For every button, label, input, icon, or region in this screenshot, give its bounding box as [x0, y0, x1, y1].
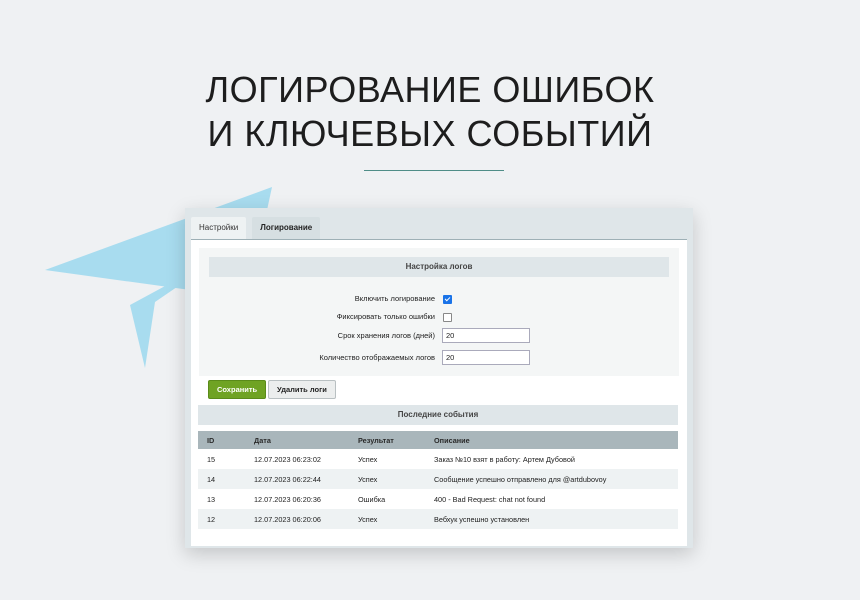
- table-row: 14 12.07.2023 06:22:44 Успех Сообщение у…: [198, 469, 678, 489]
- cell-description: Заказ №10 взят в работу: Артем Дубовой: [434, 454, 575, 464]
- tab-logging[interactable]: Логирование: [252, 217, 321, 239]
- col-header-description: Описание: [425, 431, 678, 449]
- title-line-1: ЛОГИРОВАНИЕ ОШИБОК: [205, 69, 655, 110]
- admin-panel: Настройки Логирование Настройка логов Вк…: [185, 208, 693, 548]
- save-button[interactable]: Сохранить: [208, 380, 267, 399]
- enable-logging-checkbox[interactable]: [443, 295, 452, 304]
- title-divider: [364, 170, 504, 171]
- display-count-label: Количество отображаемых логов: [319, 353, 435, 362]
- delete-logs-button[interactable]: Удалить логи: [268, 380, 336, 399]
- display-count-input[interactable]: 20: [442, 350, 530, 365]
- cell-date: 12.07.2023 06:22:44: [245, 469, 349, 489]
- cell-result: Успех: [349, 509, 425, 529]
- cell-result: Ошибка: [358, 494, 386, 504]
- cell-date: 12.07.2023 06:23:02: [254, 454, 321, 464]
- table-row: 15 12.07.2023 06:23:02 Успех Заказ №10 в…: [198, 449, 678, 469]
- log-settings-section: Настройка логов Включить логирование Фик…: [199, 248, 679, 376]
- cell-description: 400 - Bad Request: chat not found: [434, 494, 546, 504]
- events-header: Последние события: [198, 405, 678, 425]
- tab-settings[interactable]: Настройки: [191, 217, 247, 239]
- cell-date: 12.07.2023 06:20:06: [245, 509, 349, 529]
- col-header-date: Дата: [245, 431, 349, 449]
- retention-label: Срок хранения логов (дней): [337, 331, 435, 340]
- events-table: ID Дата Результат Описание 15 12.07.2023…: [198, 431, 678, 529]
- col-header-id: ID: [198, 431, 245, 449]
- table-row: 12 12.07.2023 06:20:06 Успех Вебхук успе…: [198, 509, 678, 529]
- errors-only-row: Фиксировать только ошибки: [199, 309, 679, 325]
- retention-row: Срок хранения логов (дней) 20: [199, 328, 679, 344]
- cell-id: 13: [207, 494, 216, 504]
- col-header-result: Результат: [349, 431, 425, 449]
- cell-id: 14: [198, 469, 245, 489]
- cell-description: Сообщение успешно отправлено для @artdub…: [425, 469, 678, 489]
- errors-only-label: Фиксировать только ошибки: [336, 312, 435, 321]
- section-header: Настройка логов: [209, 257, 669, 277]
- table-row: 13 12.07.2023 06:20:36 Ошибка 400 - Bad …: [198, 489, 678, 509]
- cell-id: 15: [207, 454, 216, 464]
- display-count-row: Количество отображаемых логов 20: [199, 350, 679, 366]
- page-title: ЛОГИРОВАНИЕ ОШИБОК И КЛЮЧЕВЫХ СОБЫТИЙ: [0, 68, 860, 156]
- table-header-row: ID Дата Результат Описание: [198, 431, 678, 449]
- cell-result: Успех: [358, 454, 378, 464]
- errors-only-checkbox[interactable]: [443, 313, 452, 322]
- tab-content: Настройка логов Включить логирование Фик…: [191, 240, 687, 546]
- cell-description: Вебхук успешно установлен: [425, 509, 678, 529]
- enable-logging-label: Включить логирование: [354, 294, 435, 303]
- cell-result: Успех: [349, 469, 425, 489]
- tab-bar: Настройки Логирование: [191, 217, 321, 239]
- cell-date: 12.07.2023 06:20:36: [254, 494, 321, 504]
- title-line-2: И КЛЮЧЕВЫХ СОБЫТИЙ: [207, 113, 653, 154]
- enable-logging-row: Включить логирование: [199, 291, 679, 307]
- cell-id: 12: [198, 509, 245, 529]
- retention-input[interactable]: 20: [442, 328, 530, 343]
